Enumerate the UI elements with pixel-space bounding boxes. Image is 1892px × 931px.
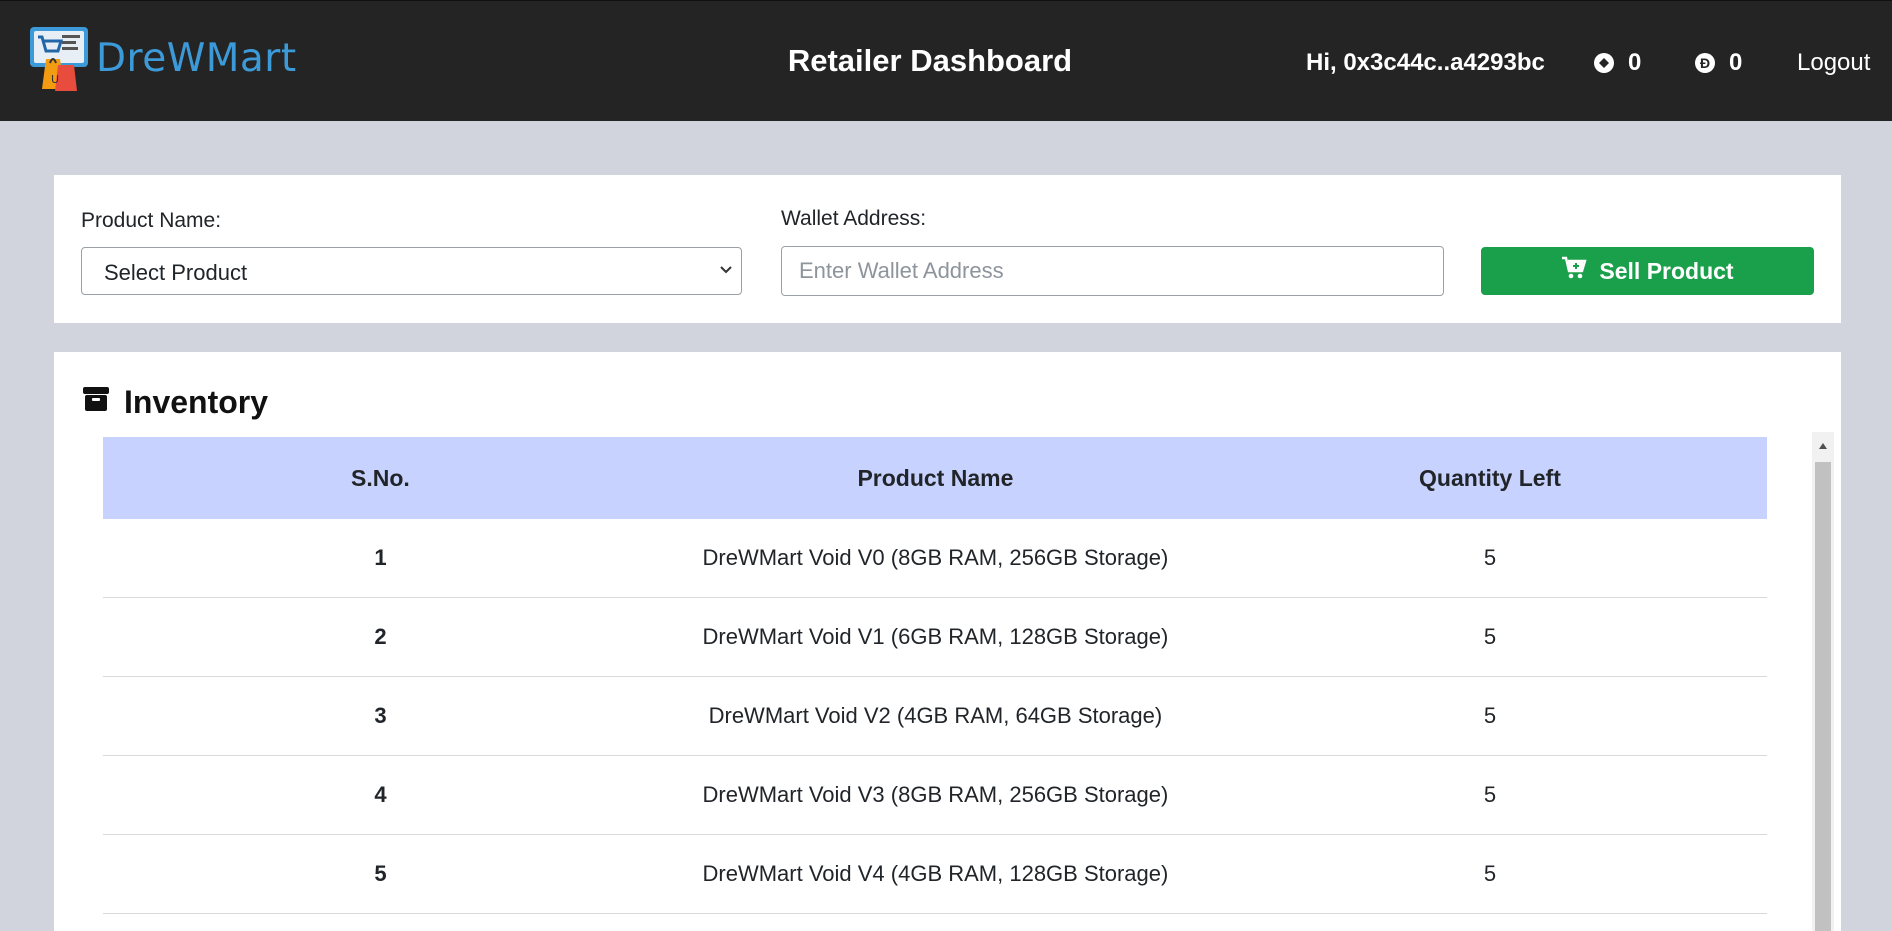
chevron-down-icon: [719, 260, 733, 281]
inventory-table-container: S.No. Product Name Quantity Left 1 DreWM…: [103, 437, 1767, 914]
sell-product-button[interactable]: Sell Product: [1481, 247, 1814, 295]
cell-quantity: 5: [1212, 676, 1767, 756]
column-header-product-name: Product Name: [857, 464, 1014, 491]
cell-quantity: 5: [1212, 755, 1767, 835]
table-row: 3 DreWMart Void V2 (4GB RAM, 64GB Storag…: [103, 676, 1767, 756]
cell-quantity: 5: [1212, 834, 1767, 914]
cell-product-name: DreWMart Void V3 (8GB RAM, 256GB Storage…: [657, 755, 1213, 835]
cell-quantity: 5: [1212, 519, 1767, 598]
product-select-value: Select Product: [104, 260, 248, 285]
table-scrollbar[interactable]: [1812, 432, 1834, 931]
table-row: 1 DreWMart Void V0 (8GB RAM, 256GB Stora…: [103, 519, 1767, 598]
shopping-cart-bag-logo-icon: U: [28, 25, 92, 91]
logout-link[interactable]: Logout: [1797, 49, 1870, 77]
page-title: Retailer Dashboard: [787, 43, 1073, 78]
column-header-sno: S.No.: [351, 464, 410, 491]
scroll-up-arrow-icon[interactable]: [1812, 432, 1834, 460]
cell-product-name: DreWMart Void V1 (6GB RAM, 128GB Storage…: [657, 597, 1213, 677]
product-name-label: Product Name:: [81, 209, 222, 232]
balance-token-2: Đ 0: [1695, 49, 1742, 77]
top-navbar: U DreWMart Retailer Dashboard Hi, 0x3c44…: [0, 0, 1892, 121]
cart-plus-icon: [1561, 256, 1599, 286]
inventory-panel: Inventory S.No. Product Name Quantity Le…: [54, 352, 1841, 931]
cell-sno: 4: [103, 755, 658, 835]
scrollbar-thumb[interactable]: [1815, 462, 1831, 931]
balance-value-1: 0: [1628, 49, 1642, 76]
user-greeting: Hi, 0x3c44c..a4293bc: [1306, 49, 1545, 76]
inventory-title: Inventory: [124, 384, 269, 420]
sell-product-label: Sell Product: [1599, 257, 1734, 284]
cell-product-name: DreWMart Void V2 (4GB RAM, 64GB Storage): [657, 676, 1213, 756]
table-row: 5 DreWMart Void V4 (4GB RAM, 128GB Stora…: [103, 834, 1767, 914]
table-row: 2 DreWMart Void V1 (6GB RAM, 128GB Stora…: [103, 597, 1767, 677]
wallet-address-input[interactable]: [781, 246, 1444, 296]
cell-sno: 2: [103, 597, 658, 677]
logo-text: DreWMart: [96, 35, 297, 81]
product-select[interactable]: Select Product: [81, 247, 742, 295]
cell-product-name: DreWMart Void V4 (4GB RAM, 128GB Storage…: [657, 834, 1213, 914]
table-header-row: S.No. Product Name Quantity Left: [103, 437, 1767, 519]
inventory-table: S.No. Product Name Quantity Left 1 DreWM…: [103, 437, 1767, 914]
logo[interactable]: U DreWMart: [28, 25, 297, 91]
archive-box-icon: [82, 384, 124, 421]
balance-token-1: 0: [1594, 49, 1641, 77]
cell-sno: 5: [103, 834, 658, 914]
balance-value-2: 0: [1729, 49, 1743, 76]
circle-coin-icon: [1594, 53, 1614, 73]
dogecoin-icon: Đ: [1695, 53, 1715, 73]
sell-product-form: Product Name: Select Product Wallet Addr…: [54, 175, 1841, 323]
inventory-heading: Inventory: [82, 384, 268, 421]
svg-text:U: U: [51, 73, 59, 86]
cell-sno: 3: [103, 676, 658, 756]
cell-sno: 1: [103, 519, 658, 598]
cell-quantity: 5: [1212, 597, 1767, 677]
table-row: 4 DreWMart Void V3 (8GB RAM, 256GB Stora…: [103, 755, 1767, 835]
cell-product-name: DreWMart Void V0 (8GB RAM, 256GB Storage…: [657, 519, 1213, 598]
wallet-address-label: Wallet Address:: [781, 207, 927, 230]
column-header-quantity-left: Quantity Left: [1419, 464, 1561, 491]
